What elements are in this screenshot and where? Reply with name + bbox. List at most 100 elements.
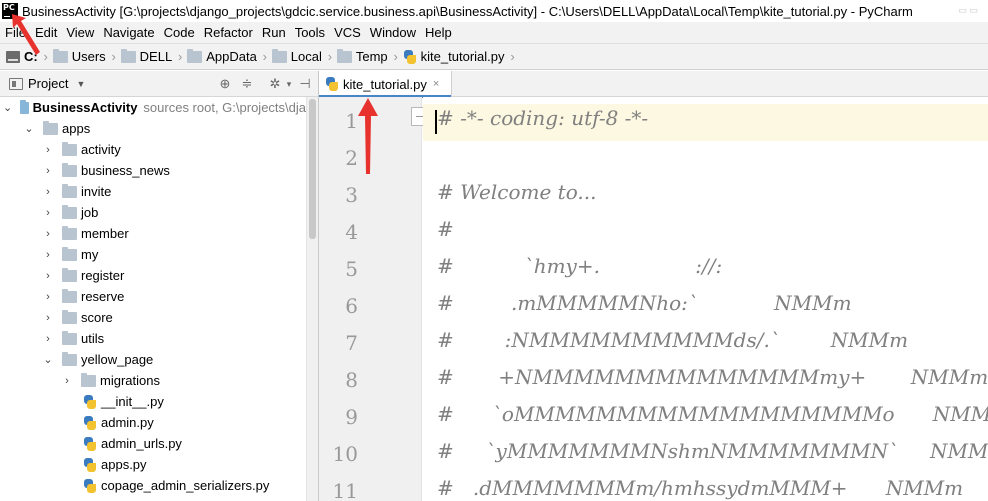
close-icon[interactable]: × (433, 78, 439, 90)
tree-item-job[interactable]: › job (0, 202, 306, 223)
line-number: 4 (345, 220, 358, 244)
line-number: 3 (345, 183, 358, 207)
menu-code[interactable]: Code (159, 25, 199, 40)
tree-item-utils[interactable]: › utils (0, 328, 306, 349)
tree-item-business-news[interactable]: › business_news (0, 160, 306, 181)
breadcrumb-label: AppData (206, 49, 257, 64)
drive-icon (6, 50, 20, 63)
tree-item-label: activity (81, 142, 121, 157)
tree-item-label: yellow_page (81, 352, 154, 367)
window-controls-icon[interactable]: ▭ ▭ (958, 5, 978, 16)
menu-window[interactable]: Window (365, 25, 420, 40)
tree-item-apps-py[interactable]: apps.py (0, 454, 306, 475)
tree-item-copage-admin-serializers-py[interactable]: copage_admin_serializers.py (0, 475, 306, 496)
chevron-right-icon[interactable]: › (42, 249, 54, 261)
tab-label: kite_tutorial.py (343, 76, 427, 92)
chevron-right-icon[interactable]: › (61, 375, 73, 387)
tree-item-reserve[interactable]: › reserve (0, 286, 306, 307)
tree-item-invite[interactable]: › invite (0, 181, 306, 202)
project-tree: ⌄ BusinessActivity sources root, G:\proj… (0, 97, 306, 501)
project-tree-scrollbar[interactable] (306, 97, 318, 501)
tree-item-label: job (81, 205, 99, 220)
folder-icon (120, 49, 136, 63)
menu-run[interactable]: Run (257, 25, 290, 40)
breadcrumb-label: C: (24, 49, 38, 64)
gear-icon[interactable]: ✲ (268, 77, 282, 91)
folder-icon (43, 121, 58, 135)
code-editor[interactable]: # -*- coding: utf-8 -*- # Welcome to... … (423, 97, 988, 501)
breadcrumb-label: Temp (355, 49, 388, 64)
folder-icon (81, 373, 96, 387)
breadcrumb-separator-icon: › (510, 49, 515, 64)
tree-item-label: apps (62, 121, 91, 136)
menu-file[interactable]: File (0, 25, 30, 40)
menu-help[interactable]: Help (420, 25, 456, 40)
chevron-right-icon[interactable]: › (42, 270, 54, 282)
menu-vcs[interactable]: VCS (329, 25, 365, 40)
menu-edit[interactable]: Edit (30, 25, 61, 40)
chevron-down-icon[interactable]: ⌄ (3, 102, 12, 114)
code-line: # -*- coding: utf-8 -*- (437, 106, 649, 130)
tab-kite-tutorial[interactable]: kite_tutorial.py × (319, 71, 452, 98)
breadcrumb-item-temp[interactable]: Temp (336, 44, 388, 69)
chevron-right-icon[interactable]: › (42, 333, 54, 345)
gear-dropdown-icon[interactable]: ▾ (282, 77, 296, 91)
tree-item-businessactivity[interactable]: ⌄ BusinessActivity sources root, G:\proj… (0, 97, 306, 118)
tree-item-label: BusinessActivity (32, 100, 138, 115)
line-number: 8 (345, 368, 358, 392)
python-file-icon (83, 436, 97, 451)
project-view-selector[interactable]: Project (28, 76, 68, 91)
scrollbar-thumb[interactable] (309, 99, 316, 239)
chevron-right-icon[interactable]: › (42, 228, 54, 240)
breadcrumb-item-users[interactable]: Users (52, 44, 106, 69)
tree-item-admin-py[interactable]: admin.py (0, 412, 306, 433)
tree-item-apps[interactable]: ⌄ apps (0, 118, 306, 139)
hide-panel-icon[interactable]: ⊣ (298, 77, 312, 91)
tree-item-score[interactable]: › score (0, 307, 306, 328)
breadcrumb-separator-icon: › (327, 49, 333, 64)
breadcrumb-label: DELL (139, 49, 173, 64)
menu-navigate[interactable]: Navigate (98, 25, 158, 40)
tree-item-init-py[interactable]: __init__.py (0, 391, 306, 412)
chevron-down-icon[interactable]: ▼ (76, 79, 85, 89)
chevron-right-icon[interactable]: › (42, 165, 54, 177)
breadcrumb-item-drive[interactable]: C: (6, 44, 38, 69)
menu-refactor[interactable]: Refactor (199, 25, 257, 40)
tree-item-activity[interactable]: › activity (0, 139, 306, 160)
breadcrumb-item-appdata[interactable]: AppData (187, 44, 257, 69)
folder-icon (62, 247, 77, 261)
folder-icon (62, 163, 77, 177)
tree-item-yellow-page[interactable]: ⌄ yellow_page (0, 349, 306, 370)
breadcrumb-item-local[interactable]: Local (271, 44, 322, 69)
tree-item-label: apps.py (101, 457, 147, 472)
chevron-down-icon[interactable]: ⌄ (42, 354, 54, 366)
tree-item-migrations[interactable]: › migrations (0, 370, 306, 391)
tree-item-admin-urls-py[interactable]: admin_urls.py (0, 433, 306, 454)
breadcrumb-label: kite_tutorial.py (420, 49, 505, 64)
chevron-right-icon[interactable]: › (42, 207, 54, 219)
breadcrumb-item-file[interactable]: kite_tutorial.py (403, 44, 505, 69)
tree-item-label: __init__.py (101, 394, 164, 409)
tree-item-label: admin_urls.py (101, 436, 182, 451)
menu-view[interactable]: View (61, 25, 98, 40)
line-number: 11 (332, 479, 358, 501)
scroll-from-source-icon[interactable]: ⊕ (218, 77, 232, 91)
tree-item-member[interactable]: › member (0, 223, 306, 244)
folder-icon (62, 352, 77, 366)
chevron-right-icon[interactable]: › (42, 144, 54, 156)
folder-icon (62, 268, 77, 282)
breadcrumb-label: Users (71, 49, 106, 64)
collapse-all-icon[interactable]: ≑ (240, 77, 254, 91)
chevron-right-icon[interactable]: › (42, 291, 54, 303)
code-line: # .dMMMMMMMm/hmhssydmMMM+ NMMm `/yh (437, 476, 988, 500)
chevron-down-icon[interactable]: ⌄ (23, 123, 35, 135)
tree-item-my[interactable]: › my (0, 244, 306, 265)
code-line: # :NMMMMMMMMMMds/.` NMMm (437, 328, 909, 352)
breadcrumb-item-dell[interactable]: DELL (120, 44, 173, 69)
python-file-icon (403, 49, 417, 64)
chevron-right-icon[interactable]: › (42, 186, 54, 198)
menu-tools[interactable]: Tools (290, 25, 329, 40)
chevron-right-icon[interactable]: › (42, 312, 54, 324)
tree-item-register[interactable]: › register (0, 265, 306, 286)
code-line: # `hmy+. ://: (437, 254, 723, 278)
